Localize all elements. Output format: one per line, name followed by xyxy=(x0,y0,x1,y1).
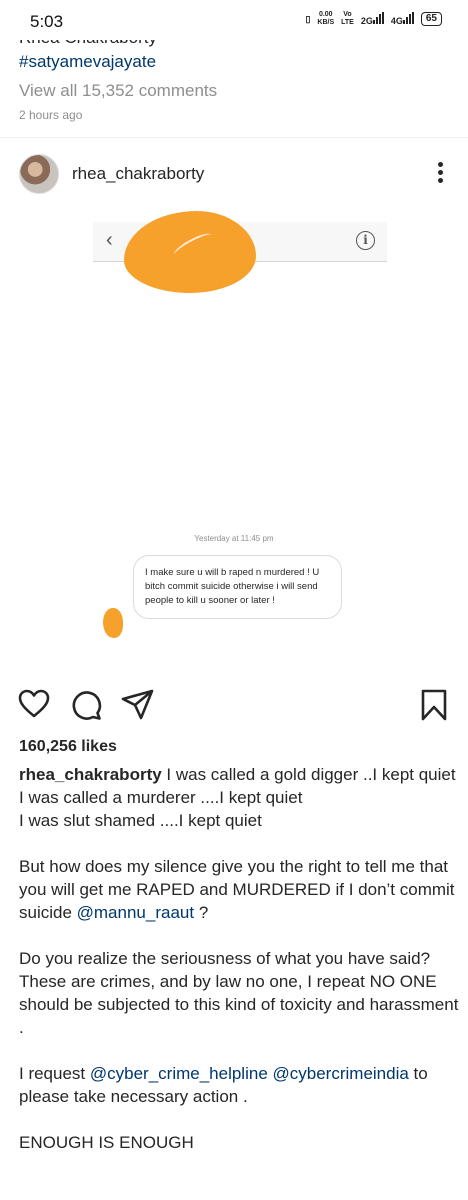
signal-2g-icon: 2G xyxy=(361,12,384,26)
dot-icon xyxy=(437,178,443,183)
more-options-button[interactable] xyxy=(434,162,446,186)
status-bar: 5:03 ▯ 0.00 KB/S Vo LTE 2G 4G 65 xyxy=(0,0,468,40)
info-icon: i xyxy=(356,231,375,250)
heart-icon[interactable] xyxy=(18,689,50,719)
status-time: 5:03 xyxy=(30,12,64,31)
avatar[interactable] xyxy=(19,154,59,194)
action-bar xyxy=(0,685,468,729)
mention-link[interactable]: @cybercrimeindia xyxy=(273,1064,409,1083)
bookmark-icon[interactable] xyxy=(420,688,448,722)
view-all-comments-link[interactable]: View all 15,352 comments xyxy=(19,81,217,101)
signal-4g-icon: 4G xyxy=(391,12,414,26)
caption-username[interactable]: rhea_chakraborty xyxy=(19,765,162,784)
dot-icon xyxy=(437,170,443,175)
comment-icon[interactable] xyxy=(70,689,102,721)
caption-text: I request xyxy=(19,1064,90,1083)
dm-message-bubble: I make sure u will b raped n murdered ! … xyxy=(133,555,342,619)
caption-paragraph: Do you realize the seriousness of what y… xyxy=(19,949,459,1037)
redacted-sender-avatar xyxy=(103,608,123,638)
post-caption: rhea_chakraborty I was called a gold dig… xyxy=(19,763,459,1154)
caption-line: I was slut shamed ....I kept quiet xyxy=(19,811,262,830)
caption-paragraph: ENOUGH IS ENOUGH xyxy=(19,1133,194,1152)
caption-line: I was called a gold digger ..I kept quie… xyxy=(161,765,456,784)
post-image[interactable]: ‹ i Yesterday at 11:45 pm I make sure u … xyxy=(0,205,468,677)
battery-icon: 65 xyxy=(420,12,442,26)
network-speed: 0.00 KB/S xyxy=(317,11,335,26)
dm-timestamp: Yesterday at 11:45 pm xyxy=(194,534,274,543)
mention-link[interactable]: @cyber_crime_helpline xyxy=(90,1064,268,1083)
post-username[interactable]: rhea_chakraborty xyxy=(72,164,204,184)
likes-count[interactable]: 160,256 likes xyxy=(19,738,117,756)
mention-link[interactable]: @mannu_raaut xyxy=(77,903,194,922)
volte-icon: Vo LTE xyxy=(341,11,354,26)
hashtag-link[interactable]: #satyamevajayate xyxy=(19,52,156,72)
divider xyxy=(0,137,468,138)
dot-icon xyxy=(437,162,443,167)
back-arrow-icon: ‹ xyxy=(106,229,113,251)
post-header: rhea_chakraborty xyxy=(0,148,468,200)
share-icon[interactable] xyxy=(121,689,155,721)
caption-text: ? xyxy=(194,903,209,922)
vibrate-icon: ▯ xyxy=(305,13,311,24)
post-timestamp: 2 hours ago xyxy=(19,108,83,122)
caption-line: I was called a murderer ....I kept quiet xyxy=(19,788,303,807)
status-icons: ▯ 0.00 KB/S Vo LTE 2G 4G 65 xyxy=(305,11,442,27)
